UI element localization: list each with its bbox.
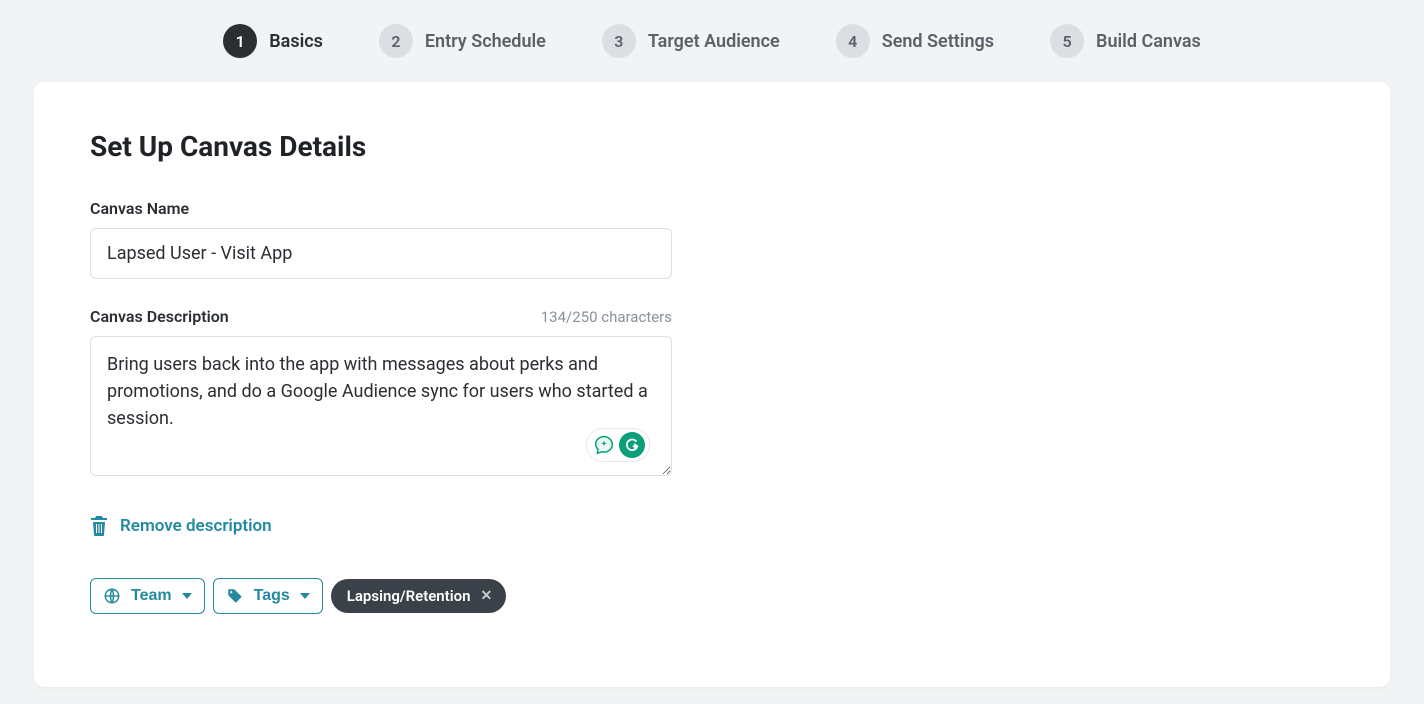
step-number: 1 xyxy=(223,24,257,58)
chevron-down-icon xyxy=(300,593,310,599)
step-number: 3 xyxy=(602,24,636,58)
tags-dropdown[interactable]: Tags xyxy=(213,578,323,614)
grammarly-g-icon xyxy=(619,432,645,458)
tag-chip-label: Lapsing/Retention xyxy=(347,587,471,605)
team-label: Team xyxy=(131,587,172,605)
page-title: Set Up Canvas Details xyxy=(90,130,1334,163)
step-entry-schedule[interactable]: 2 Entry Schedule xyxy=(379,24,546,58)
meta-controls-row: Team Tags Lapsing/Retention ✕ xyxy=(90,578,1334,614)
tag-icon xyxy=(226,587,244,605)
step-number: 4 xyxy=(836,24,870,58)
wizard-stepper: 1 Basics 2 Entry Schedule 3 Target Audie… xyxy=(0,0,1424,82)
canvas-description-label: Canvas Description xyxy=(90,307,229,326)
step-label: Send Settings xyxy=(882,31,994,52)
canvas-name-group: Canvas Name xyxy=(90,199,672,279)
step-send-settings[interactable]: 4 Send Settings xyxy=(836,24,994,58)
step-label: Build Canvas xyxy=(1096,31,1201,52)
chevron-down-icon xyxy=(182,593,192,599)
step-target-audience[interactable]: 3 Target Audience xyxy=(602,24,780,58)
step-label: Entry Schedule xyxy=(425,31,546,52)
canvas-description-group: Canvas Description 134/250 characters xyxy=(90,307,672,480)
remove-description-label: Remove description xyxy=(120,516,272,536)
grammarly-badge[interactable] xyxy=(586,428,650,462)
step-number: 5 xyxy=(1050,24,1084,58)
step-build-canvas[interactable]: 5 Build Canvas xyxy=(1050,24,1201,58)
tag-remove-button[interactable]: ✕ xyxy=(481,589,493,603)
step-label: Basics xyxy=(269,31,323,52)
canvas-details-card: Set Up Canvas Details Canvas Name Canvas… xyxy=(34,82,1390,687)
step-basics[interactable]: 1 Basics xyxy=(223,24,323,58)
step-number: 2 xyxy=(379,24,413,58)
canvas-name-label: Canvas Name xyxy=(90,199,672,218)
globe-icon xyxy=(103,587,121,605)
step-label: Target Audience xyxy=(648,31,780,52)
grammarly-suggest-icon xyxy=(593,434,615,456)
canvas-name-input[interactable] xyxy=(90,228,672,279)
remove-description-button[interactable]: Remove description xyxy=(90,516,1334,536)
tags-label: Tags xyxy=(254,587,290,605)
trash-icon xyxy=(90,516,108,536)
canvas-description-input[interactable] xyxy=(90,336,672,476)
tag-chip-lapsing-retention: Lapsing/Retention ✕ xyxy=(331,579,506,613)
character-count: 134/250 characters xyxy=(541,308,672,326)
team-dropdown[interactable]: Team xyxy=(90,578,205,614)
